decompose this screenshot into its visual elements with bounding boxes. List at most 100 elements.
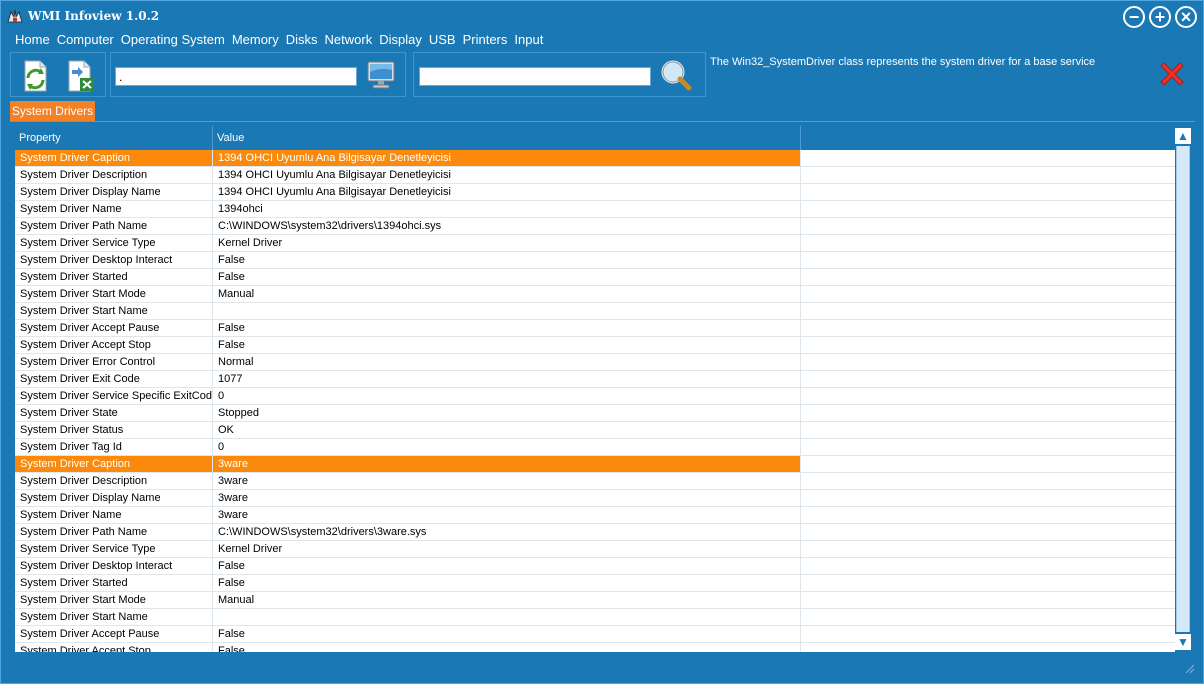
property-cell[interactable]: System Driver Accept Stop: [15, 643, 213, 652]
value-cell[interactable]: C:\WINDOWS\system32\drivers\3ware.sys: [213, 524, 801, 540]
table-row[interactable]: System Driver Name 3ware: [15, 507, 1175, 524]
property-cell[interactable]: System Driver Name: [15, 507, 213, 523]
minimize-button[interactable]: −: [1123, 6, 1145, 28]
value-cell[interactable]: False: [213, 575, 801, 591]
property-cell[interactable]: System Driver Started: [15, 575, 213, 591]
property-cell[interactable]: System Driver Description: [15, 167, 213, 183]
table-row[interactable]: System Driver Description 1394 OHCI Uyuml…: [15, 167, 1175, 184]
property-cell[interactable]: System Driver State: [15, 405, 213, 421]
value-cell[interactable]: Kernel Driver: [213, 541, 801, 557]
value-cell[interactable]: 3ware: [213, 507, 801, 523]
export-button[interactable]: [63, 58, 99, 94]
table-row[interactable]: System Driver Start Mode Manual: [15, 286, 1175, 303]
value-cell[interactable]: False: [213, 269, 801, 285]
table-row[interactable]: System Driver Tag Id 0: [15, 439, 1175, 456]
table-row[interactable]: System Driver Start Name: [15, 303, 1175, 320]
table-row[interactable]: System Driver Caption 1394 OHCI Uyumlu An…: [15, 150, 1175, 167]
search-button[interactable]: [659, 58, 695, 94]
resize-grip-icon[interactable]: [1183, 662, 1195, 674]
table-row[interactable]: System Driver Accept Stop False: [15, 337, 1175, 354]
property-cell[interactable]: System Driver Display Name: [15, 490, 213, 506]
scroll-down-button[interactable]: ▼: [1175, 634, 1191, 650]
value-cell[interactable]: [213, 609, 801, 625]
value-cell[interactable]: Manual: [213, 286, 801, 302]
property-cell[interactable]: System Driver Accept Pause: [15, 626, 213, 642]
property-cell[interactable]: System Driver Display Name: [15, 184, 213, 200]
menu-home[interactable]: Home: [15, 32, 56, 50]
table-row[interactable]: System Driver Start Mode Manual: [15, 592, 1175, 609]
value-cell[interactable]: False: [213, 252, 801, 268]
value-cell[interactable]: False: [213, 337, 801, 353]
maximize-button[interactable]: +: [1149, 6, 1171, 28]
table-row[interactable]: System Driver Accept Pause False: [15, 626, 1175, 643]
property-cell[interactable]: System Driver Caption: [15, 456, 213, 472]
property-cell[interactable]: System Driver Name: [15, 201, 213, 217]
property-cell[interactable]: System Driver Error Control: [15, 354, 213, 370]
value-cell[interactable]: 3ware: [213, 490, 801, 506]
property-cell[interactable]: System Driver Started: [15, 269, 213, 285]
table-row[interactable]: System Driver Start Name: [15, 609, 1175, 626]
scroll-up-button[interactable]: ▲: [1175, 128, 1191, 144]
value-cell[interactable]: [213, 303, 801, 319]
property-cell[interactable]: System Driver Accept Pause: [15, 320, 213, 336]
property-cell[interactable]: System Driver Path Name: [15, 524, 213, 540]
property-cell[interactable]: System Driver Path Name: [15, 218, 213, 234]
property-cell[interactable]: System Driver Start Name: [15, 303, 213, 319]
menu-computer[interactable]: Computer: [57, 32, 120, 50]
search-input[interactable]: [419, 67, 651, 86]
table-row[interactable]: System Driver Started False: [15, 269, 1175, 286]
table-row[interactable]: System Driver Status OK: [15, 422, 1175, 439]
menu-operating-system[interactable]: Operating System: [121, 32, 231, 50]
table-row[interactable]: System Driver Path Name C:\WINDOWS\system…: [15, 218, 1175, 235]
menu-usb[interactable]: USB: [429, 32, 462, 50]
table-row[interactable]: System Driver Accept Stop False: [15, 643, 1175, 652]
computer-name-input[interactable]: [115, 67, 357, 86]
close-window-button[interactable]: ×: [1175, 6, 1197, 28]
table-row[interactable]: System Driver Desktop Interact False: [15, 252, 1175, 269]
value-cell[interactable]: Stopped: [213, 405, 801, 421]
table-row[interactable]: System Driver State Stopped: [15, 405, 1175, 422]
table-row[interactable]: System Driver Exit Code 1077: [15, 371, 1175, 388]
menu-network[interactable]: Network: [325, 32, 379, 50]
value-cell[interactable]: False: [213, 643, 801, 652]
table-row[interactable]: System Driver Display Name 3ware: [15, 490, 1175, 507]
column-header-value[interactable]: Value: [213, 126, 801, 150]
vertical-scrollbar[interactable]: ▲ ▼: [1175, 126, 1191, 652]
table-row[interactable]: System Driver Name 1394ohci: [15, 201, 1175, 218]
value-cell[interactable]: 1394 OHCI Uyumlu Ana Bilgisayar Denetley…: [213, 150, 801, 166]
menu-disks[interactable]: Disks: [286, 32, 324, 50]
value-cell[interactable]: False: [213, 320, 801, 336]
table-row[interactable]: System Driver Display Name 1394 OHCI Uyum…: [15, 184, 1175, 201]
property-cell[interactable]: System Driver Start Mode: [15, 286, 213, 302]
refresh-button[interactable]: [17, 58, 53, 94]
value-cell[interactable]: OK: [213, 422, 801, 438]
table-row[interactable]: System Driver Description 3ware: [15, 473, 1175, 490]
property-cell[interactable]: System Driver Desktop Interact: [15, 558, 213, 574]
property-cell[interactable]: System Driver Service Type: [15, 541, 213, 557]
value-cell[interactable]: Normal: [213, 354, 801, 370]
property-cell[interactable]: System Driver Desktop Interact: [15, 252, 213, 268]
menu-memory[interactable]: Memory: [232, 32, 285, 50]
value-cell[interactable]: 1077: [213, 371, 801, 387]
property-cell[interactable]: System Driver Start Name: [15, 609, 213, 625]
column-header-property[interactable]: Property: [15, 126, 213, 150]
value-cell[interactable]: False: [213, 626, 801, 642]
table-row[interactable]: System Driver Accept Pause False: [15, 320, 1175, 337]
property-cell[interactable]: System Driver Accept Stop: [15, 337, 213, 353]
property-cell[interactable]: System Driver Status: [15, 422, 213, 438]
value-cell[interactable]: 3ware: [213, 473, 801, 489]
property-cell[interactable]: System Driver Exit Code: [15, 371, 213, 387]
connect-button[interactable]: [365, 59, 401, 95]
value-cell[interactable]: 1394 OHCI Uyumlu Ana Bilgisayar Denetley…: [213, 184, 801, 200]
menu-input[interactable]: Input: [514, 32, 549, 50]
property-cell[interactable]: System Driver Caption: [15, 150, 213, 166]
scroll-thumb[interactable]: [1177, 146, 1189, 632]
value-cell[interactable]: 0: [213, 439, 801, 455]
clear-button[interactable]: [1156, 58, 1188, 90]
menu-printers[interactable]: Printers: [463, 32, 514, 50]
property-cell[interactable]: System Driver Start Mode: [15, 592, 213, 608]
table-row[interactable]: System Driver Desktop Interact False: [15, 558, 1175, 575]
property-cell[interactable]: System Driver Service Type: [15, 235, 213, 251]
value-cell[interactable]: Kernel Driver: [213, 235, 801, 251]
scroll-track[interactable]: [1176, 146, 1190, 632]
